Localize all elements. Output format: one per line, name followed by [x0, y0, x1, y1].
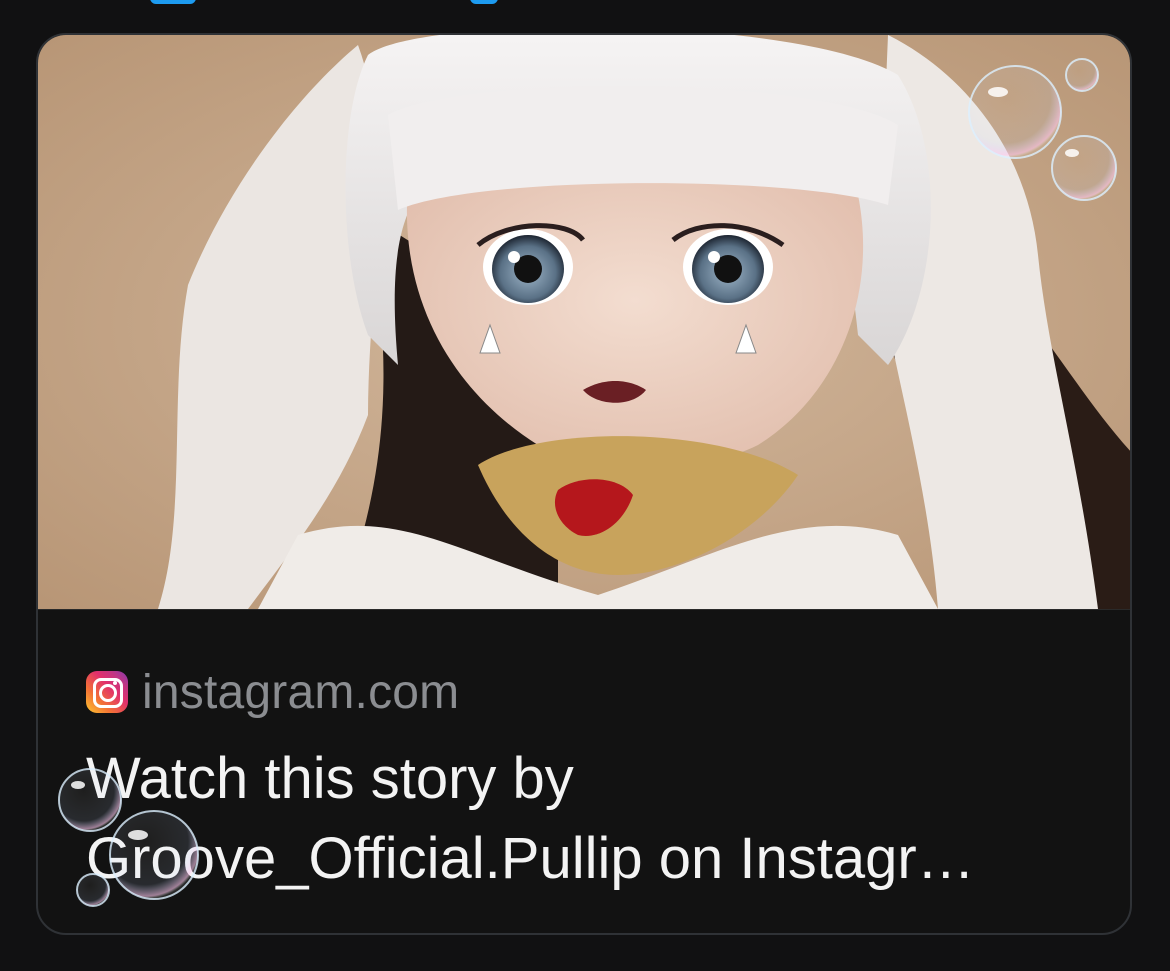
instagram-icon: [86, 671, 128, 713]
truncated-text-fragment: [150, 0, 570, 6]
link-title[interactable]: Watch this story by Groove_Official.Pull…: [86, 739, 1096, 899]
link-preview-card[interactable]: instagram.com Watch this story by Groove…: [36, 33, 1132, 935]
preview-image[interactable]: [38, 35, 1130, 610]
link-source: instagram.com: [86, 665, 460, 719]
link-domain: instagram.com: [142, 665, 460, 719]
page: instagram.com Watch this story by Groove…: [0, 0, 1170, 971]
